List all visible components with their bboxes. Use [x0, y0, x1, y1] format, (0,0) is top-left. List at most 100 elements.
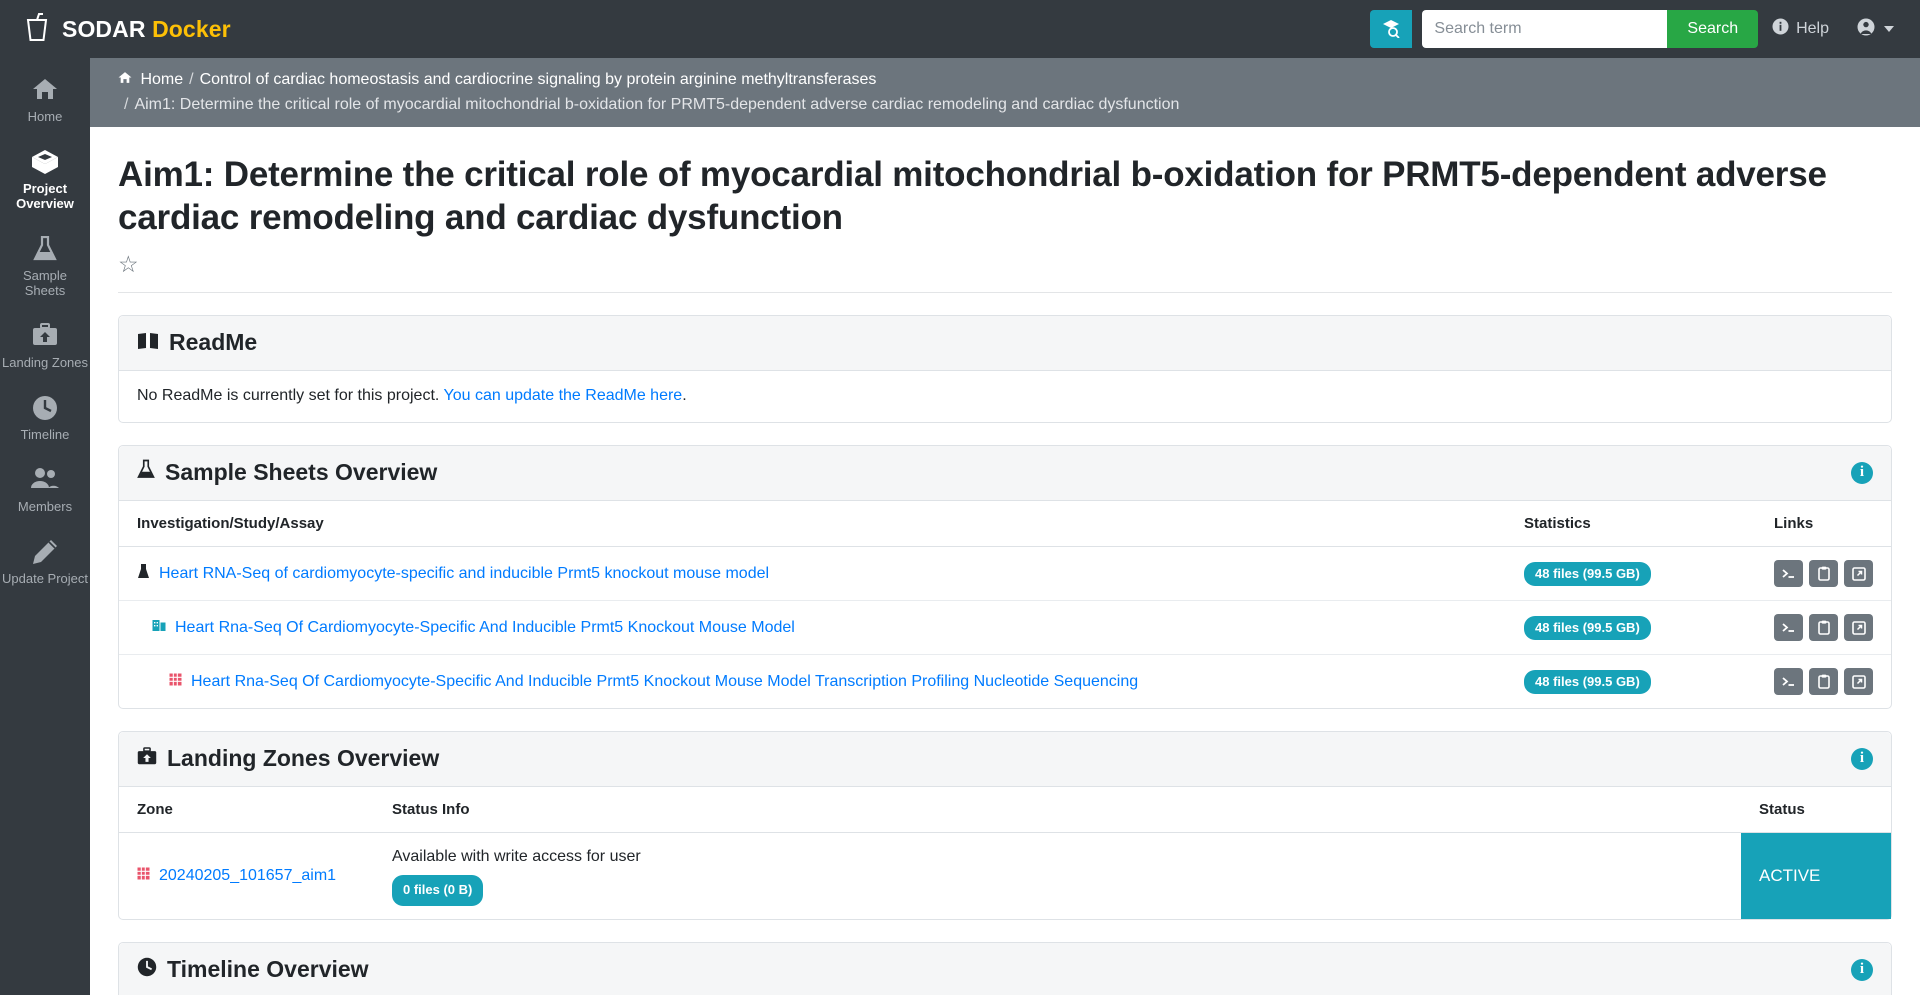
page-content: Aim1: Determine the critical role of myo… [90, 127, 1920, 995]
column-header-investigation: Investigation/Study/Assay [119, 501, 1506, 547]
assay-grid-icon [169, 673, 182, 691]
sidebar-item-sample-sheets[interactable]: Sample Sheets [0, 223, 90, 310]
investigation-icon [137, 563, 150, 584]
readme-text: No ReadMe is currently set for this proj… [137, 387, 440, 404]
flask-icon [2, 235, 88, 262]
info-circle-icon [1772, 18, 1789, 40]
sidebar-item-label: Update Project [2, 571, 88, 586]
landing-zones-card-header: Landing Zones Overview i [119, 732, 1891, 787]
links-cell [1756, 546, 1891, 601]
clipboard-icon[interactable] [1809, 668, 1838, 695]
brand-primary: SODAR [62, 15, 146, 42]
timeline-card: Timeline Overview i Timestamp Event User… [118, 942, 1892, 995]
breadcrumb-separator-2: / [124, 96, 129, 113]
sidebar-item-landing-zones[interactable]: Landing Zones [0, 310, 90, 382]
brand-logo[interactable]: SODAR Docker [24, 12, 231, 47]
external-link-icon[interactable] [1844, 668, 1873, 695]
assay-link[interactable]: Heart Rna-Seq Of Cardiomyocyte-Specific … [169, 673, 1138, 691]
book-open-icon [137, 329, 159, 356]
readme-card: ReadMe No ReadMe is currently set for th… [118, 315, 1892, 423]
timeline-title: Timeline Overview [137, 956, 369, 983]
breadcrumb-current: Aim1: Determine the critical role of myo… [134, 96, 1180, 113]
readme-update-link[interactable]: You can update the ReadMe here [444, 387, 683, 404]
readme-trailing: . [682, 387, 687, 404]
column-header-status-info: Status Info [374, 787, 1741, 833]
zone-cell: 20240205_101657_aim1 [119, 833, 374, 920]
cup-logo-icon [24, 12, 50, 47]
brand-accent: Docker [152, 15, 231, 42]
breadcrumb-separator: / [189, 71, 194, 88]
help-link[interactable]: Help [1758, 18, 1843, 40]
study-link[interactable]: Heart Rna-Seq Of Cardiomyocyte-Specific … [152, 619, 795, 637]
sidebar-item-timeline[interactable]: Timeline [0, 382, 90, 454]
page-title: Aim1: Determine the critical role of myo… [118, 155, 1827, 237]
readme-title-text: ReadMe [169, 329, 258, 355]
investigation-name: Heart RNA-Seq of cardiomyocyte-specific … [159, 564, 770, 582]
search-button[interactable]: Search [1667, 10, 1759, 48]
sample-sheets-title: Sample Sheets Overview [137, 459, 437, 486]
breadcrumb-parent-link[interactable]: Control of cardiac homeostasis and cardi… [200, 71, 877, 88]
breadcrumb: Home / Control of cardiac homeostasis and … [90, 58, 1920, 127]
info-icon[interactable]: i [1851, 958, 1873, 981]
status-info-text: Available with write access for user [392, 848, 641, 865]
sidebar-item-home[interactable]: Home [0, 64, 90, 136]
terminal-icon[interactable] [1774, 668, 1803, 695]
clock-icon [2, 395, 88, 421]
terminal-icon[interactable] [1774, 560, 1803, 587]
user-circle-icon [1857, 18, 1875, 41]
status-info-cell: Available with write access for user 0 f… [374, 833, 1741, 920]
sidebar-item-project-overview[interactable]: Project Overview [0, 136, 90, 223]
external-link-icon[interactable] [1844, 614, 1873, 641]
info-icon[interactable]: i [1851, 461, 1873, 484]
flask-icon [137, 459, 155, 486]
clipboard-icon[interactable] [1809, 560, 1838, 587]
column-header-statistics: Statistics [1506, 501, 1756, 547]
navbar-right: Search Help [1370, 10, 1898, 48]
sidebar-item-label: Sample Sheets [22, 268, 68, 298]
table-row: Heart Rna-Seq Of Cardiomyocyte-Specific … [119, 655, 1891, 709]
files-badge: 48 files (99.5 GB) [1524, 561, 1651, 586]
sidebar-item-update-project[interactable]: Update Project [0, 526, 90, 598]
chevron-down-icon [1884, 26, 1894, 32]
advanced-search-button[interactable] [1370, 10, 1413, 48]
sidebar: Home Project Overview Sample Sheets Land… [0, 58, 90, 995]
landing-zones-title: Landing Zones Overview [137, 745, 439, 772]
sidebar-item-label: Members [17, 499, 73, 514]
sample-sheets-card: Sample Sheets Overview i Investigation/S… [118, 445, 1892, 709]
zone-grid-icon [137, 867, 150, 885]
sidebar-item-label: Home [27, 109, 63, 124]
app-root: SODAR Docker Search Help [0, 0, 1920, 995]
star-outline-icon[interactable]: ☆ [118, 251, 139, 277]
table-row: 20240205_101657_aim1 Available with writ… [119, 832, 1891, 920]
landing-zones-table: Zone Status Info Status 20240205_101657_… [119, 787, 1891, 919]
terminal-icon[interactable] [1774, 614, 1803, 641]
sidebar-item-label: Timeline [20, 427, 70, 442]
study-icon [152, 619, 166, 637]
clipboard-icon[interactable] [1809, 614, 1838, 641]
table-header-row: Zone Status Info Status [119, 787, 1891, 833]
zone-link[interactable]: 20240205_101657_aim1 [137, 867, 336, 885]
search-input[interactable] [1422, 10, 1668, 48]
investigation-link[interactable]: Heart RNA-Seq of cardiomyocyte-specific … [137, 563, 770, 584]
sidebar-item-members[interactable]: Members [0, 454, 90, 526]
users-icon [2, 467, 88, 493]
info-icon[interactable]: i [1851, 747, 1873, 770]
sample-sheets-card-header: Sample Sheets Overview i [119, 446, 1891, 501]
statistics-cell: 48 files (99.5 GB) [1506, 546, 1756, 601]
breadcrumb-line-1: Home / Control of cardiac homeostasis and … [118, 67, 1892, 92]
briefcase-upload-icon [137, 745, 157, 772]
links-cell [1756, 600, 1891, 655]
external-link-icon[interactable] [1844, 560, 1873, 587]
clock-icon [137, 956, 157, 983]
status-badge: ACTIVE [1741, 832, 1891, 919]
timeline-card-header: Timeline Overview i [119, 943, 1891, 995]
column-header-status: Status [1741, 787, 1891, 833]
readme-card-body: No ReadMe is currently set for this proj… [119, 371, 1891, 422]
assay-cell: Heart Rna-Seq Of Cardiomyocyte-Specific … [119, 655, 1506, 709]
help-label: Help [1796, 20, 1829, 37]
table-row: Heart Rna-Seq Of Cardiomyocyte-Specific … [119, 600, 1891, 655]
pencil-icon [2, 539, 88, 565]
column-header-zone: Zone [119, 787, 374, 833]
breadcrumb-home-link[interactable]: Home [140, 71, 183, 88]
user-menu[interactable] [1843, 18, 1898, 41]
